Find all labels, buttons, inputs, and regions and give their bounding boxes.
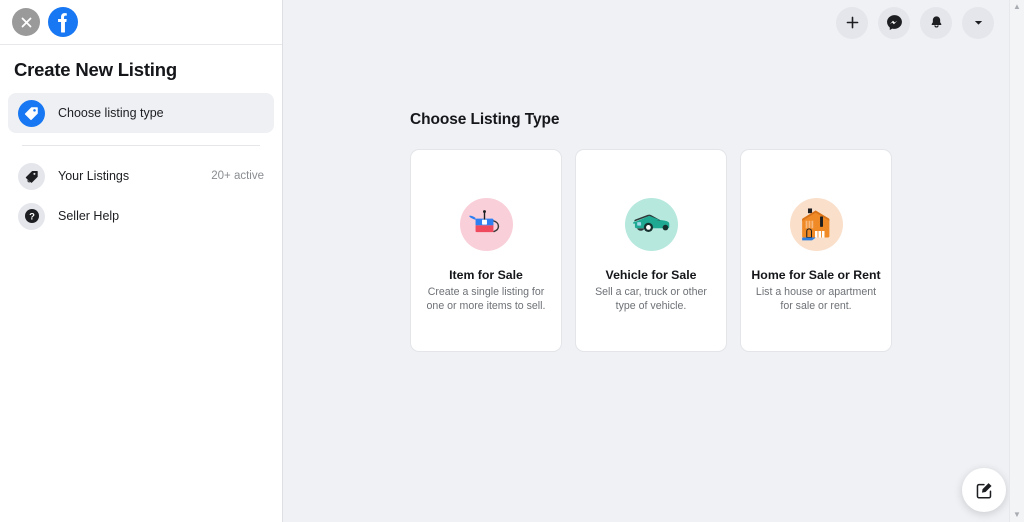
scrollbar[interactable]: ▲ ▼ xyxy=(1009,0,1024,522)
page-title: Create New Listing xyxy=(14,59,177,80)
svg-text:?: ? xyxy=(29,212,35,223)
listing-type-card-item-for-sale[interactable]: Item for Sale Create a single listing fo… xyxy=(410,149,562,352)
account-menu-button[interactable] xyxy=(962,6,994,39)
sidebar-item-label: Your Listings xyxy=(58,169,130,183)
notifications-button[interactable] xyxy=(920,6,952,39)
card-title: Item for Sale xyxy=(449,268,523,282)
plus-icon xyxy=(846,16,858,29)
card-description: Sell a car, truck or other type of vehic… xyxy=(595,286,707,312)
teapot-icon xyxy=(459,198,513,251)
facebook-logo[interactable] xyxy=(48,7,78,37)
sidebar-item-your-listings[interactable]: Your Listings 20+ active xyxy=(8,156,274,196)
car-icon xyxy=(624,198,678,251)
listing-type-card-home-for-sale-or-rent[interactable]: Home for Sale or Rent List a house or ap… xyxy=(740,149,892,352)
scroll-down-arrow[interactable]: ▼ xyxy=(1013,511,1021,519)
listing-type-section: Choose Listing Type Item for Sale Create… xyxy=(283,45,1024,352)
price-tag-icon xyxy=(18,99,45,127)
listings-count-badge: 20+ active xyxy=(211,170,264,182)
sidebar-item-choose-listing-type[interactable]: Choose listing type xyxy=(8,93,274,133)
listing-type-cards: Item for Sale Create a single listing fo… xyxy=(410,149,1024,352)
question-mark-icon: ? xyxy=(18,202,45,230)
compose-icon xyxy=(976,482,992,498)
scroll-up-arrow[interactable]: ▲ xyxy=(1013,3,1021,11)
card-title: Home for Sale or Rent xyxy=(751,268,881,282)
sidebar-nav: Choose listing type Your Listings 20+ ac… xyxy=(0,93,282,236)
close-icon[interactable] xyxy=(12,8,40,36)
sidebar-divider xyxy=(22,145,260,146)
create-button[interactable] xyxy=(836,6,868,39)
messenger-button[interactable] xyxy=(878,6,910,39)
card-description: List a house or apartment for sale or re… xyxy=(755,286,877,312)
tag-icon xyxy=(18,162,45,190)
listing-type-card-vehicle-for-sale[interactable]: Vehicle for Sale Sell a car, truck or ot… xyxy=(575,149,727,352)
main-content: Choose Listing Type Item for Sale Create… xyxy=(283,0,1024,522)
sidebar-item-seller-help[interactable]: ? Seller Help xyxy=(8,196,274,236)
house-icon xyxy=(789,198,843,251)
card-title: Vehicle for Sale xyxy=(605,268,697,282)
chevron-down-icon xyxy=(974,20,982,25)
top-bar xyxy=(283,0,1024,45)
sidebar-header xyxy=(0,0,282,45)
section-title: Choose Listing Type xyxy=(410,111,560,128)
sidebar-item-label: Seller Help xyxy=(58,209,120,223)
sidebar: Create New Listing Choose listing type Y… xyxy=(0,0,283,522)
bell-icon xyxy=(931,16,941,28)
messenger-icon xyxy=(886,15,902,30)
sidebar-item-label: Choose listing type xyxy=(58,106,164,120)
create-listing-page: Create New Listing Choose listing type Y… xyxy=(0,0,1024,522)
card-description: Create a single listing for one or more … xyxy=(426,286,546,312)
compose-button[interactable] xyxy=(962,468,1006,512)
